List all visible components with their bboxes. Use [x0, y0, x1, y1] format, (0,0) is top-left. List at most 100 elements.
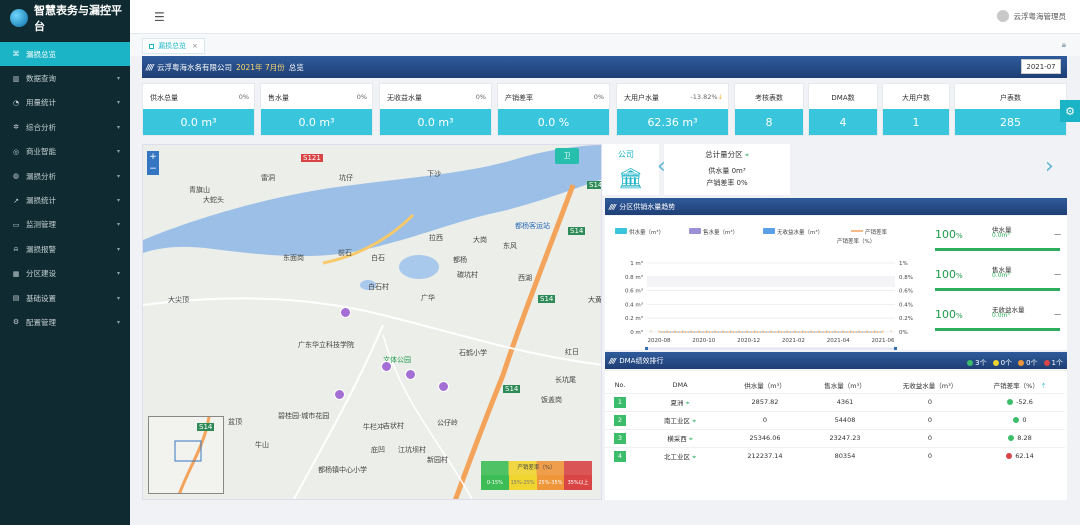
legend-label: 供水量（m³） [629, 228, 664, 236]
gear-icon[interactable]: ⚙ [1060, 100, 1080, 122]
legend-swatch [615, 228, 627, 234]
sort-icon[interactable]: ⇡ [1041, 382, 1046, 390]
lock-icon[interactable]: 🔒︎ [1062, 40, 1066, 50]
map-label: 大蛇头 [203, 196, 224, 204]
stat-card-dma: DMA数 4 [808, 83, 878, 136]
chevron-down-icon: ▾ [116, 123, 120, 131]
map-label: 碳坑村 [457, 271, 478, 279]
chevron-down-icon: ▾ [116, 318, 120, 326]
sidebar-item-config[interactable]: ⚙ 配置管理 ▾ [0, 310, 130, 334]
sidebar-item-overview[interactable]: ⌘ 漏损总览 [0, 42, 130, 67]
location-pin-icon: ⌖ [744, 151, 749, 159]
sidebar-item-basic[interactable]: ▤ 基础设置 ▾ [0, 286, 130, 310]
status-dot-yellow [992, 360, 999, 366]
map-label: 青旗山 [189, 186, 210, 194]
legend-cell: 0-15% [481, 475, 509, 490]
menu-toggle-icon[interactable]: ☰ [154, 10, 165, 24]
chevron-down-icon: ▾ [116, 270, 120, 278]
overview-minimap[interactable]: S14 [148, 416, 224, 494]
map-marker-pin[interactable] [405, 369, 416, 380]
main-content: //// 云浮粤海水务有限公司 2021年 7月份 总览 2021-07 供水总… [142, 56, 1067, 500]
progress-bar [935, 328, 1060, 331]
location-pin-icon[interactable]: ⌖ [692, 453, 696, 461]
y-right-tick-label: 0.4% [899, 302, 913, 308]
map-label: 新园村 [427, 456, 448, 464]
sidebar-item-leak-stats[interactable]: ↗ 漏损统计 ▾ [0, 188, 130, 212]
sidebar-item-zone[interactable]: ▦ 分区建设 ▾ [0, 262, 130, 286]
tab-overview[interactable]: 漏损总览 × [142, 38, 205, 54]
arrow-down-icon: ↓ [717, 93, 723, 101]
stat-card-loss-rate: 产销差率 0% 0.0 % [497, 83, 610, 136]
status-dot [1006, 453, 1013, 460]
dma-rank-panel: 3个 0个 0个 1个 No. DMA 供水量（m³） 售水量（m³） 无收益水… [605, 359, 1067, 500]
satellite-toggle-button[interactable]: 卫 [555, 148, 579, 164]
table-row[interactable]: 2 南工业区 ⌖ 0 54408 0 0 [605, 410, 1065, 429]
stat-card-sales: 售水量 0% 0.0 m³ [260, 83, 373, 136]
trend-chart[interactable]: 供水量（m³） 售水量（m³） 无收益水量（m³） 产销差率产销差率（%） 1 m³ 1%… [605, 216, 935, 350]
status-dot [1013, 417, 1020, 423]
y-tick-label: 0 m³ [630, 329, 643, 336]
y-tick-label: 0.4 m³ [625, 301, 643, 308]
user-menu[interactable]: 云浮粤海管理员 [996, 10, 1066, 22]
header-suffix: 总览 [288, 62, 304, 72]
table-row[interactable]: 1 夏洲 ⌖ 2857.82 4361 0 -52.6 [605, 392, 1065, 411]
map-road-label: S14 [568, 227, 586, 235]
ratio-nrw: 100% 无收益水量 0.0m³ — [935, 306, 1063, 338]
close-icon[interactable]: × [192, 42, 198, 50]
location-pin-icon[interactable]: ⌖ [692, 417, 696, 425]
slash-decor-icon: //// [609, 202, 616, 211]
x-tick-label: 2020-12 [737, 338, 760, 344]
zoom-slider-handle [894, 347, 897, 350]
legend-cell: 35%以上 [564, 475, 592, 490]
table-row[interactable]: 3 横采西 ⌖ 25346.06 23247.23 0 8.28 [605, 428, 1065, 447]
zoom-in-button[interactable]: + [147, 151, 159, 163]
location-pin-icon[interactable]: ⌖ [689, 435, 693, 443]
x-tick-label: 2021-06 [872, 338, 895, 344]
plot-band [647, 277, 895, 287]
x-tick-label: 2021-02 [782, 338, 805, 344]
map-label: 大黄山 [588, 296, 602, 304]
globe-logo-icon [10, 9, 28, 27]
company-name: 云浮粤海水务有限公司 [156, 62, 232, 72]
stat-card-big-user: 大用户水量 -13.82%↓ 62.36 m³ [616, 83, 729, 136]
map-marker-pin[interactable] [438, 381, 449, 392]
carousel-next-icon[interactable]: › [1045, 154, 1054, 179]
y-tick-label: 1 m³ [630, 260, 643, 267]
y-right-tick-label: 0% [899, 330, 908, 336]
zoom-out-button[interactable]: − [147, 163, 159, 175]
stat-card-supply: 供水总量 0% 0.0 m³ [142, 83, 255, 136]
zone-carousel: ‹ 总计量分区 ⌖ 供水量 0m³ 产销差率 0% › [657, 144, 1059, 195]
sidebar-item-analysis[interactable]: ✲ 综合分析 ▾ [0, 115, 130, 139]
map-marker-pin[interactable] [340, 307, 351, 318]
sidebar-item-usage[interactable]: ◔ 用量统计 ▾ [0, 91, 130, 115]
stat-card-big-users: 大用户数 1 [882, 83, 950, 136]
map-marker-pin[interactable] [334, 389, 345, 400]
location-pin-icon[interactable]: ⌖ [686, 399, 690, 407]
sidebar-item-query[interactable]: ▥ 数据查询 ▾ [0, 66, 130, 90]
status-dot-red [1043, 360, 1050, 366]
progress-bar [935, 288, 1060, 291]
map-label: 大岗 [473, 236, 487, 244]
topbar: ☰ 云浮粤海管理员 [130, 0, 1080, 34]
map-view[interactable]: + − 卫 青旗山 都杨客运站 东风 白石村 广华 大尖顶 广东华立科技学院 文… [142, 144, 602, 500]
map-label: 东风 [503, 242, 517, 250]
map-marker-pin[interactable] [381, 361, 392, 372]
building-icon: ▦ [12, 269, 20, 278]
stat-card-meters: 考核表数 8 [734, 83, 804, 136]
legend-swatch [763, 228, 775, 234]
map-label: 都杨镇中心小学 [318, 466, 367, 474]
y-right-axis-title: 产销差率（%） [837, 237, 875, 245]
date-picker[interactable]: 2021-07 [1021, 59, 1061, 74]
table-row[interactable]: 4 北工业区 ⌖ 212237.14 80354 0 62.14 [605, 446, 1065, 465]
sidebar-item-leak-analysis[interactable]: ◍ 漏损分析 ▾ [0, 164, 130, 188]
slash-decor-icon: //// [146, 62, 154, 72]
company-panel[interactable]: 公司 🏛︎ [602, 144, 659, 195]
chevron-down-icon: ▾ [116, 197, 120, 205]
zone-card[interactable]: 总计量分区 ⌖ 供水量 0m³ 产销差率 0% [664, 144, 790, 195]
sidebar-item-alarm[interactable]: ⍾ 漏损报警 ▾ [0, 237, 130, 261]
chevron-down-icon: ▾ [116, 148, 120, 156]
sidebar-item-monitor[interactable]: ▭ 监测管理 ▾ [0, 213, 130, 237]
map-road-label: S14 [538, 295, 556, 303]
status-dot [1007, 399, 1014, 405]
sidebar-item-bi[interactable]: ◎ 商业智能 ▾ [0, 140, 130, 164]
